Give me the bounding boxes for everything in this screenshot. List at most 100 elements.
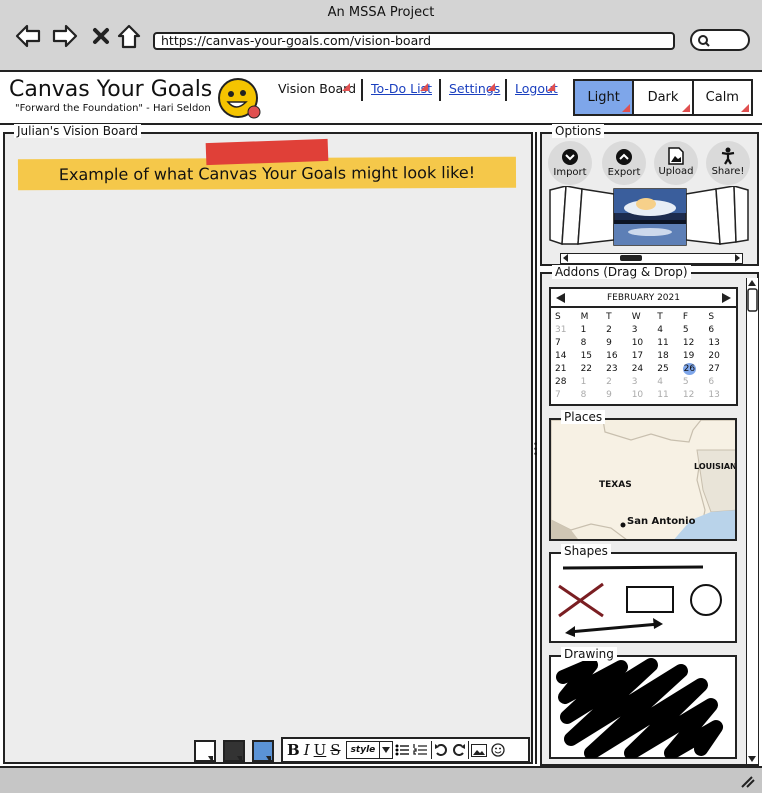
calendar-day[interactable]: 28 bbox=[555, 376, 581, 388]
calendar-day[interactable]: 6 bbox=[708, 376, 734, 388]
italic-button[interactable]: I bbox=[302, 741, 312, 759]
style-dropdown[interactable]: style bbox=[345, 741, 394, 759]
calendar-day[interactable]: 8 bbox=[581, 389, 607, 401]
calendar-day[interactable]: 12 bbox=[683, 337, 709, 349]
calendar-day[interactable]: 31 bbox=[555, 324, 581, 336]
calendar-day[interactable]: 10 bbox=[632, 337, 658, 349]
calendar-day[interactable]: 3 bbox=[632, 324, 658, 336]
calendar-day[interactable]: 5 bbox=[683, 324, 709, 336]
bullet-list-icon[interactable] bbox=[393, 744, 411, 756]
drawing-pad[interactable] bbox=[549, 655, 737, 759]
shapes-title: Shapes bbox=[561, 544, 611, 558]
theme-calm[interactable]: Calm bbox=[694, 81, 751, 114]
calendar-day[interactable]: 13 bbox=[708, 389, 734, 401]
calendar-day[interactable]: 10 bbox=[632, 389, 658, 401]
stop-button[interactable] bbox=[87, 22, 115, 50]
calendar-day[interactable]: 15 bbox=[581, 350, 607, 362]
calendar-grid: S M T W T F S 31 1 2 3 4 5 6 7 8 9 10 11 12 13 14 15 16 17 18 19 20… bbox=[551, 308, 736, 401]
calendar-day[interactable]: 4 bbox=[657, 324, 683, 336]
calendar-day[interactable]: 19 bbox=[683, 350, 709, 362]
shapes-palette bbox=[549, 552, 737, 643]
export-button[interactable]: Export bbox=[602, 141, 646, 185]
calendar-day[interactable]: 8 bbox=[581, 337, 607, 349]
vision-board-title: Julian's Vision Board bbox=[14, 124, 142, 138]
calendar-day[interactable]: 2 bbox=[606, 376, 632, 388]
emoji-icon[interactable] bbox=[489, 743, 507, 757]
addons-scrollbar[interactable] bbox=[746, 278, 758, 764]
double-arrow-shape-icon[interactable] bbox=[565, 618, 663, 637]
back-button[interactable] bbox=[14, 22, 42, 50]
image-carousel[interactable] bbox=[548, 186, 751, 248]
circle-shape-icon[interactable] bbox=[690, 584, 722, 616]
nav-settings[interactable]: Settings bbox=[449, 81, 500, 96]
window-title: An MSSA Project bbox=[327, 5, 435, 20]
calendar-day[interactable]: 1 bbox=[581, 376, 607, 388]
calendar-day[interactable]: 17 bbox=[632, 350, 658, 362]
carousel-scrollbar[interactable] bbox=[560, 253, 743, 264]
undo-icon[interactable] bbox=[431, 741, 450, 759]
share-button[interactable]: Share! bbox=[706, 141, 750, 185]
calendar-widget[interactable]: FEBRUARY 2021 S M T W T F S 31 1 2 3 4 5 6 7 8 9 10 11 12 13… bbox=[549, 287, 738, 406]
insert-image-icon[interactable] bbox=[468, 741, 489, 759]
rectangle-shape-icon[interactable] bbox=[626, 586, 674, 613]
calendar-day[interactable]: 26 bbox=[682, 363, 696, 375]
calendar-day[interactable]: 5 bbox=[683, 376, 709, 388]
chevron-up-icon bbox=[616, 149, 632, 165]
map-label-texas: TEXAS bbox=[599, 480, 632, 490]
calendar-day[interactable]: 1 bbox=[581, 324, 607, 336]
forward-button[interactable] bbox=[51, 22, 79, 50]
calendar-day[interactable]: 16 bbox=[606, 350, 632, 362]
calendar-day[interactable]: 18 bbox=[657, 350, 683, 362]
calendar-day[interactable]: 21 bbox=[555, 363, 581, 375]
calendar-day[interactable]: 7 bbox=[555, 389, 581, 401]
calendar-day[interactable]: 11 bbox=[657, 337, 683, 349]
browser-search-box[interactable] bbox=[690, 29, 750, 51]
theme-light[interactable]: Light bbox=[575, 81, 635, 114]
map-label-san-antonio: San Antonio bbox=[627, 516, 696, 527]
calendar-day[interactable]: 9 bbox=[606, 389, 632, 401]
calendar-day[interactable]: 25 bbox=[657, 363, 683, 375]
places-map[interactable]: TEXAS LOUISIANA San Antonio bbox=[549, 418, 737, 541]
x-shape-icon[interactable] bbox=[558, 582, 604, 618]
strikethrough-button[interactable]: S bbox=[328, 741, 342, 759]
calendar-day[interactable]: 6 bbox=[708, 324, 734, 336]
home-button[interactable] bbox=[115, 22, 143, 50]
calendar-day[interactable]: 23 bbox=[606, 363, 632, 375]
prev-month-icon[interactable] bbox=[556, 292, 565, 303]
calendar-day[interactable]: 20 bbox=[708, 350, 734, 362]
calendar-day[interactable]: 11 bbox=[657, 389, 683, 401]
calendar-day[interactable]: 2 bbox=[606, 324, 632, 336]
calendar-day[interactable]: 24 bbox=[632, 363, 658, 375]
nav-vision-board[interactable]: Vision Board bbox=[278, 81, 356, 96]
vision-board-canvas[interactable] bbox=[3, 132, 534, 764]
upload-button[interactable]: Upload bbox=[654, 141, 698, 185]
underline-button[interactable]: U bbox=[312, 741, 329, 759]
calendar-day[interactable]: 13 bbox=[708, 337, 734, 349]
calendar-day[interactable]: 12 bbox=[683, 389, 709, 401]
calendar-day[interactable]: 27 bbox=[708, 363, 734, 375]
calendar-day[interactable]: 9 bbox=[606, 337, 632, 349]
arrow-right-icon bbox=[52, 24, 78, 48]
calendar-day[interactable]: 3 bbox=[632, 376, 658, 388]
calendar-day[interactable]: 7 bbox=[555, 337, 581, 349]
image-icon bbox=[668, 147, 684, 165]
options-title: Options bbox=[552, 124, 605, 138]
chevron-down-icon bbox=[562, 149, 578, 165]
address-bar[interactable]: https://canvas-your-goals.com/vision-boa… bbox=[153, 32, 675, 50]
theme-switcher: Light Dark Calm bbox=[573, 79, 753, 116]
import-button[interactable]: Import bbox=[548, 141, 592, 185]
calendar-day[interactable]: 14 bbox=[555, 350, 581, 362]
theme-dark[interactable]: Dark bbox=[634, 81, 694, 114]
numbered-list-icon[interactable] bbox=[411, 744, 429, 756]
calendar-day[interactable]: 22 bbox=[581, 363, 607, 375]
bold-button[interactable]: B bbox=[285, 741, 302, 759]
next-month-icon[interactable] bbox=[721, 292, 731, 303]
redo-icon[interactable] bbox=[450, 743, 468, 757]
nav-todo-list[interactable]: To-Do List bbox=[371, 81, 432, 96]
scribble-drawing bbox=[556, 658, 723, 758]
resize-grip-icon[interactable] bbox=[740, 774, 756, 788]
nav-separator bbox=[361, 79, 363, 101]
line-shape-icon[interactable] bbox=[562, 565, 704, 570]
nav-logout[interactable]: Logout bbox=[515, 81, 558, 96]
calendar-day[interactable]: 4 bbox=[657, 376, 683, 388]
